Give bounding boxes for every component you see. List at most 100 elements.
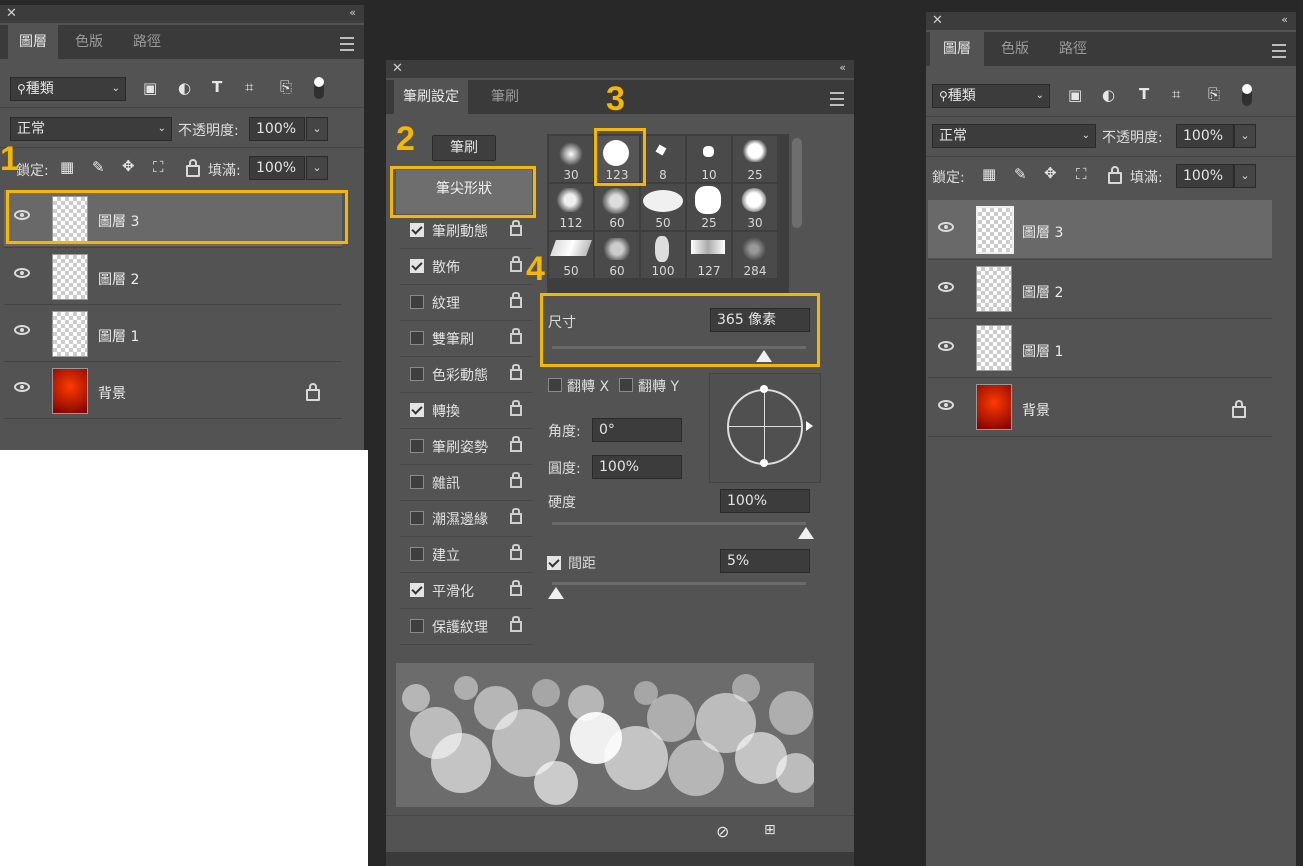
brush-option-row[interactable]: 轉換 <box>400 392 532 429</box>
lock-transparent-icon[interactable]: ▦ <box>982 165 996 183</box>
brush-option-checkbox[interactable] <box>410 511 424 525</box>
brush-tip[interactable]: 30 <box>733 184 777 230</box>
blend-mode-select[interactable]: 正常 ⌄ <box>932 124 1096 148</box>
brush-option-row[interactable]: 建立 <box>400 536 532 573</box>
flip-x-checkbox[interactable] <box>548 378 562 392</box>
tab-paths[interactable]: 路徑 <box>120 25 174 59</box>
layer-row[interactable]: 圖層 2 <box>928 260 1272 318</box>
brush-tip[interactable]: 30 <box>549 136 593 182</box>
brush-tip[interactable]: 100 <box>641 232 685 278</box>
option-lock-icon[interactable] <box>510 616 522 632</box>
angle-input[interactable]: 0° <box>592 418 682 442</box>
angle-roundness-preview[interactable] <box>709 373 821 483</box>
opacity-dropdown[interactable]: ⌄ <box>1234 124 1256 148</box>
lock-move-icon[interactable]: ✥ <box>122 157 135 175</box>
brush-tip[interactable]: 10 <box>687 136 731 182</box>
layer-row[interactable]: 圖層 3 <box>928 200 1272 258</box>
brush-option-checkbox[interactable] <box>410 583 424 597</box>
filter-toggle[interactable] <box>314 77 324 99</box>
brush-option-row[interactable]: 色彩動態 <box>400 356 532 393</box>
opacity-dropdown[interactable]: ⌄ <box>306 117 328 141</box>
collapse-icon[interactable]: « <box>349 6 356 19</box>
create-new-brush-icon[interactable]: ⊞ <box>764 822 776 838</box>
brush-option-checkbox[interactable] <box>410 223 424 237</box>
brush-option-row[interactable]: 潮濕邊緣 <box>400 500 532 537</box>
option-lock-icon[interactable] <box>510 508 522 524</box>
brush-tip[interactable]: 25 <box>733 136 777 182</box>
tab-channels[interactable]: 色版 <box>988 32 1042 66</box>
brush-tip[interactable]: 112 <box>549 184 593 230</box>
panel-menu-icon[interactable] <box>830 92 844 106</box>
brush-option-checkbox[interactable] <box>410 259 424 273</box>
tab-channels[interactable]: 色版 <box>62 25 116 59</box>
visibility-eye-icon[interactable] <box>938 341 954 351</box>
type-filter-icon[interactable]: T <box>1139 85 1149 103</box>
adjustment-filter-icon[interactable]: ◐ <box>178 79 191 97</box>
option-lock-icon[interactable] <box>510 544 522 560</box>
fill-input[interactable]: 100% <box>249 156 305 180</box>
option-lock-icon[interactable] <box>510 364 522 380</box>
spacing-checkbox[interactable] <box>547 556 561 570</box>
option-lock-icon[interactable] <box>510 472 522 488</box>
type-filter-icon[interactable]: T <box>212 78 222 96</box>
layer-row[interactable]: 圖層 1 <box>928 319 1272 377</box>
tab-paths[interactable]: 路徑 <box>1046 32 1100 66</box>
hardness-slider-handle[interactable] <box>798 527 814 539</box>
brush-option-checkbox[interactable] <box>410 367 424 381</box>
opacity-input[interactable]: 100% <box>249 117 305 141</box>
brush-option-row[interactable]: 平滑化 <box>400 572 532 609</box>
panel-menu-icon[interactable] <box>340 37 354 51</box>
lock-transparent-icon[interactable]: ▦ <box>60 158 74 176</box>
brush-tip[interactable]: 8 <box>641 136 685 182</box>
flip-y-checkbox[interactable] <box>619 378 633 392</box>
brush-option-row[interactable]: 保護紋理 <box>400 608 532 645</box>
brushes-button[interactable]: 筆刷 <box>432 135 496 161</box>
visibility-eye-icon[interactable] <box>14 382 30 392</box>
hardness-slider-track[interactable] <box>552 522 806 525</box>
brush-option-checkbox[interactable] <box>410 547 424 561</box>
visibility-eye-icon[interactable] <box>14 325 30 335</box>
brush-tip[interactable]: 50 <box>641 184 685 230</box>
brush-tip[interactable]: 25 <box>687 184 731 230</box>
shape-filter-icon[interactable]: ⌗ <box>245 78 253 96</box>
brush-tip[interactable]: 284 <box>733 232 777 278</box>
brush-option-checkbox[interactable] <box>410 439 424 453</box>
close-icon[interactable]: ✕ <box>6 6 17 21</box>
option-lock-icon[interactable] <box>510 400 522 416</box>
fill-dropdown[interactable]: ⌄ <box>306 156 328 180</box>
lock-brush-icon[interactable]: ✎ <box>1014 165 1027 183</box>
fill-input[interactable]: 100% <box>1176 164 1234 188</box>
panel-menu-icon[interactable] <box>1272 44 1286 58</box>
option-lock-icon[interactable] <box>510 580 522 596</box>
smart-object-filter-icon[interactable]: ⎘ <box>1208 85 1220 103</box>
opacity-input[interactable]: 100% <box>1176 124 1234 148</box>
tip-grid-scrollbar[interactable] <box>792 138 802 228</box>
layer-row[interactable]: 背景 <box>928 378 1272 436</box>
blend-mode-select[interactable]: 正常 ⌄ <box>10 117 172 141</box>
option-lock-icon[interactable] <box>510 256 522 272</box>
layer-row[interactable]: 背景 <box>4 362 342 418</box>
toggle-preview-icon[interactable]: ⊘ <box>716 822 729 841</box>
option-lock-icon[interactable] <box>510 292 522 308</box>
lock-artboard-icon[interactable]: ⛶ <box>1076 165 1087 183</box>
lock-brush-icon[interactable]: ✎ <box>92 158 105 176</box>
lock-move-icon[interactable]: ✥ <box>1044 164 1057 182</box>
collapse-icon[interactable]: « <box>839 61 846 74</box>
filter-select[interactable]: ⚲種類 ⌄ <box>932 84 1050 108</box>
brush-option-checkbox[interactable] <box>410 331 424 345</box>
tab-layers[interactable]: 圖層 <box>930 32 984 66</box>
smart-object-filter-icon[interactable]: ⎘ <box>280 78 292 96</box>
spacing-slider-track[interactable] <box>552 582 806 585</box>
brush-tip[interactable]: 60 <box>595 232 639 278</box>
brush-option-row[interactable]: 雙筆刷 <box>400 320 532 357</box>
brush-tip[interactable]: 60 <box>595 184 639 230</box>
spacing-input[interactable]: 5% <box>720 549 810 573</box>
visibility-eye-icon[interactable] <box>14 268 30 278</box>
brush-option-checkbox[interactable] <box>410 619 424 633</box>
brush-option-checkbox[interactable] <box>410 475 424 489</box>
spacing-slider-handle[interactable] <box>548 587 564 599</box>
visibility-eye-icon[interactable] <box>938 400 954 410</box>
visibility-eye-icon[interactable] <box>938 282 954 292</box>
visibility-eye-icon[interactable] <box>938 222 954 232</box>
tab-brush-settings[interactable]: 筆刷設定 <box>394 80 468 114</box>
